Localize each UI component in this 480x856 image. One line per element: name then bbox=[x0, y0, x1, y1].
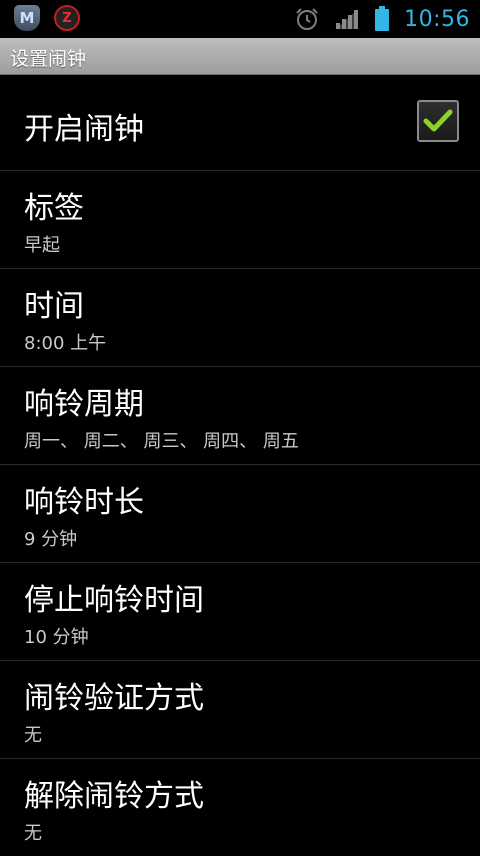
verification-method-row[interactable]: 闹铃验证方式 无 bbox=[0, 661, 480, 759]
label-setting-row[interactable]: 标签 早起 bbox=[0, 171, 480, 269]
repeat-cycle-title: 响铃周期 bbox=[24, 387, 144, 422]
z-app-icon: Z bbox=[54, 5, 80, 31]
ring-duration-row[interactable]: 响铃时长 9 分钟 bbox=[0, 465, 480, 563]
dismiss-method-value: 无 bbox=[24, 823, 42, 844]
system-icons: 10:56 bbox=[294, 0, 470, 38]
battery-icon bbox=[375, 6, 390, 31]
z-app-glyph: Z bbox=[62, 10, 72, 26]
label-setting-value: 早起 bbox=[24, 235, 60, 256]
ring-duration-value: 9 分钟 bbox=[24, 529, 78, 550]
enable-alarm-checkbox[interactable] bbox=[417, 100, 459, 142]
enable-alarm-row[interactable]: 开启闹钟 bbox=[0, 75, 480, 171]
status-bar: M Z 10:56 bbox=[0, 0, 480, 38]
m-app-glyph: M bbox=[19, 9, 35, 27]
dismiss-method-row[interactable]: 解除闹铃方式 无 bbox=[0, 759, 480, 856]
time-setting-value: 8:00 上午 bbox=[24, 333, 107, 354]
notification-icons: M Z bbox=[14, 5, 80, 31]
title-bar: 设置闹钟 bbox=[0, 38, 480, 75]
ring-duration-title: 响铃时长 bbox=[24, 485, 144, 520]
alarm-clock-icon bbox=[296, 8, 318, 30]
label-setting-title: 标签 bbox=[24, 191, 84, 226]
clock-time: 10:56 bbox=[404, 6, 470, 32]
checkmark-icon bbox=[423, 109, 453, 132]
verification-method-value: 无 bbox=[24, 725, 42, 746]
repeat-cycle-value: 周一、 周二、 周三、 周四、 周五 bbox=[24, 431, 299, 452]
stop-ring-time-value: 10 分钟 bbox=[24, 627, 89, 648]
verification-method-title: 闹铃验证方式 bbox=[24, 681, 204, 716]
page-title: 设置闹钟 bbox=[10, 48, 87, 70]
repeat-cycle-row[interactable]: 响铃周期 周一、 周二、 周三、 周四、 周五 bbox=[0, 367, 480, 465]
time-setting-row[interactable]: 时间 8:00 上午 bbox=[0, 269, 480, 367]
m-app-icon: M bbox=[14, 5, 40, 31]
dismiss-method-title: 解除闹铃方式 bbox=[24, 779, 204, 814]
time-setting-title: 时间 bbox=[24, 289, 84, 324]
stop-ring-time-title: 停止响铃时间 bbox=[24, 583, 204, 618]
settings-list: 开启闹钟 标签 早起 时间 8:00 上午 响铃周期 周一、 周二、 周三、 周… bbox=[0, 75, 480, 856]
stop-ring-time-row[interactable]: 停止响铃时间 10 分钟 bbox=[0, 563, 480, 661]
enable-alarm-label: 开启闹钟 bbox=[24, 112, 144, 147]
signal-icon bbox=[336, 9, 359, 29]
